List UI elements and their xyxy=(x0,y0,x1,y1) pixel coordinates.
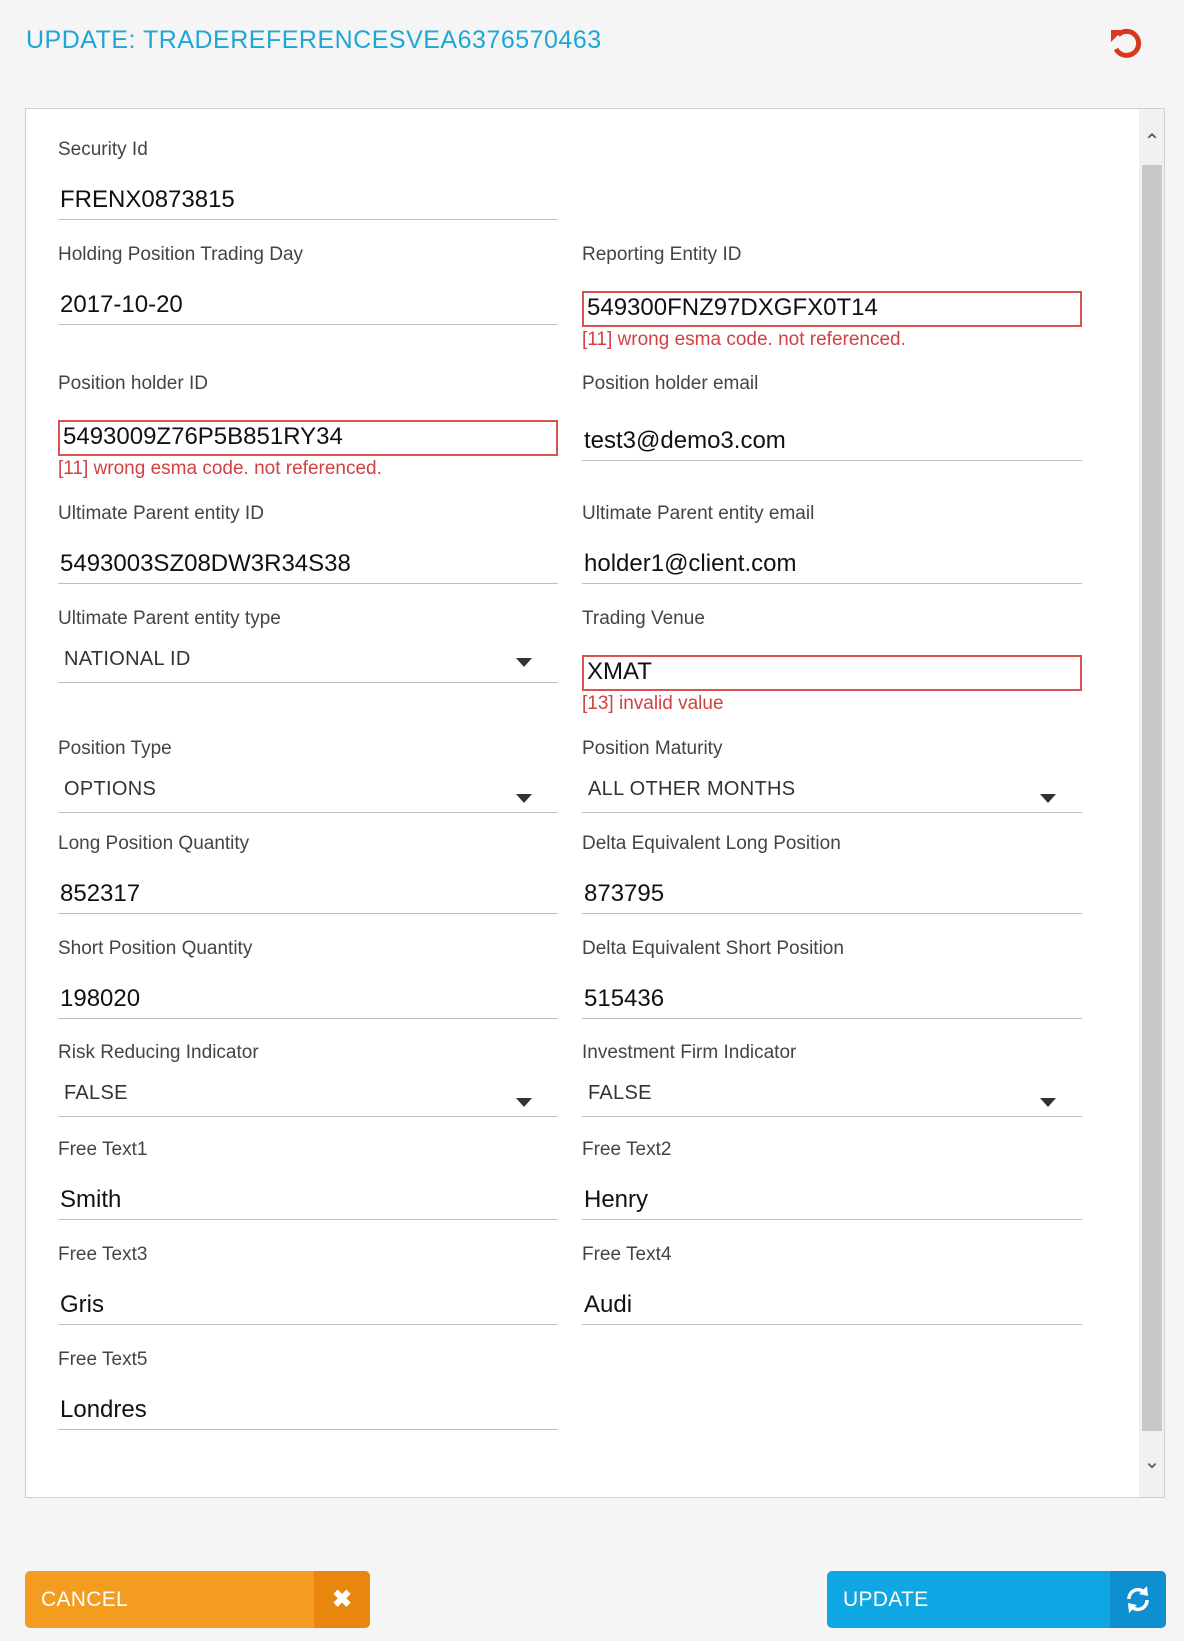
position-holder-id-input[interactable]: 5493009Z76P5B851RY34 xyxy=(58,420,558,456)
holding-position-trading-day-input[interactable]: 2017-10-20 xyxy=(58,287,558,325)
ultimate-parent-entity-email-label: Ultimate Parent entity email xyxy=(582,503,815,524)
short-position-quantity-input[interactable]: 198020 xyxy=(58,981,558,1019)
investment-firm-indicator-label: Investment Firm Indicator xyxy=(582,1042,797,1063)
scroll-up-icon[interactable]: ⌃ xyxy=(1139,129,1164,155)
reporting-entity-id-error: [11] wrong esma code. not referenced. xyxy=(582,329,906,350)
reporting-entity-id-input[interactable]: 549300FNZ97DXGFX0T14 xyxy=(582,291,1082,327)
scrollbar-thumb[interactable] xyxy=(1142,165,1162,1431)
investment-firm-indicator-select[interactable]: FALSE xyxy=(582,1078,1082,1117)
free-text3-label: Free Text3 xyxy=(58,1244,148,1265)
position-holder-id-label: Position holder ID xyxy=(58,373,208,394)
scroll-down-icon[interactable]: ⌄ xyxy=(1139,1449,1164,1475)
security-id-label: Security Id xyxy=(58,139,148,160)
trading-venue-input[interactable]: XMAT xyxy=(582,655,1082,691)
short-position-quantity-label: Short Position Quantity xyxy=(58,938,253,959)
long-position-quantity-input[interactable]: 852317 xyxy=(58,876,558,914)
position-type-value: OPTIONS xyxy=(64,778,157,800)
position-type-select[interactable]: OPTIONS xyxy=(58,774,558,813)
refresh-icon xyxy=(1110,1571,1166,1628)
free-text1-input[interactable]: Smith xyxy=(58,1182,558,1220)
ultimate-parent-entity-id-label: Ultimate Parent entity ID xyxy=(58,503,264,524)
long-position-quantity-label: Long Position Quantity xyxy=(58,833,250,854)
security-id-input[interactable]: FRENX0873815 xyxy=(58,182,558,220)
position-maturity-select[interactable]: ALL OTHER MONTHS xyxy=(582,774,1082,813)
ultimate-parent-entity-id-input[interactable]: 5493003SZ08DW3R34S38 xyxy=(58,546,558,584)
reporting-entity-id-label: Reporting Entity ID xyxy=(582,244,742,265)
form-panel: Security Id FRENX0873815 Holding Positio… xyxy=(25,108,1165,1498)
free-text5-label: Free Text5 xyxy=(58,1349,148,1370)
free-text2-label: Free Text2 xyxy=(582,1139,672,1160)
position-holder-email-input[interactable]: test3@demo3.com xyxy=(582,423,1082,461)
trading-venue-error: [13] invalid value xyxy=(582,693,724,714)
holding-position-trading-day-label: Holding Position Trading Day xyxy=(58,244,304,265)
undo-icon[interactable] xyxy=(1108,24,1146,62)
cancel-button[interactable]: CANCEL ✖ xyxy=(25,1571,370,1628)
free-text2-input[interactable]: Henry xyxy=(582,1182,1082,1220)
chevron-down-icon xyxy=(516,1098,532,1107)
risk-reducing-indicator-label: Risk Reducing Indicator xyxy=(58,1042,259,1063)
ultimate-parent-entity-type-select[interactable]: NATIONAL ID xyxy=(58,644,558,683)
delta-equivalent-long-position-input[interactable]: 873795 xyxy=(582,876,1082,914)
scrollbar[interactable]: ⌃ ⌄ xyxy=(1139,109,1164,1497)
risk-reducing-indicator-select[interactable]: FALSE xyxy=(58,1078,558,1117)
position-holder-id-error: [11] wrong esma code. not referenced. xyxy=(58,458,382,479)
delta-equivalent-long-position-label: Delta Equivalent Long Position xyxy=(582,833,841,854)
update-button-label: UPDATE xyxy=(843,1588,929,1611)
free-text4-input[interactable]: Audi xyxy=(582,1287,1082,1325)
chevron-down-icon xyxy=(1040,794,1056,803)
position-holder-email-label: Position holder email xyxy=(582,373,759,394)
update-button[interactable]: UPDATE xyxy=(827,1571,1166,1628)
trading-venue-label: Trading Venue xyxy=(582,608,705,629)
position-maturity-label: Position Maturity xyxy=(582,738,723,759)
delta-equivalent-short-position-label: Delta Equivalent Short Position xyxy=(582,938,844,959)
chevron-down-icon xyxy=(516,794,532,803)
chevron-down-icon xyxy=(516,658,532,667)
ultimate-parent-entity-type-label: Ultimate Parent entity type xyxy=(58,608,281,629)
free-text4-label: Free Text4 xyxy=(582,1244,672,1265)
investment-firm-indicator-value: FALSE xyxy=(588,1082,652,1104)
position-type-label: Position Type xyxy=(58,738,172,759)
chevron-down-icon xyxy=(1040,1098,1056,1107)
ultimate-parent-entity-type-value: NATIONAL ID xyxy=(64,648,191,670)
close-icon: ✖ xyxy=(314,1571,370,1628)
cancel-button-label: CANCEL xyxy=(41,1588,128,1611)
ultimate-parent-entity-email-input[interactable]: holder1@client.com xyxy=(582,546,1082,584)
free-text3-input[interactable]: Gris xyxy=(58,1287,558,1325)
risk-reducing-indicator-value: FALSE xyxy=(64,1082,128,1104)
free-text5-input[interactable]: Londres xyxy=(58,1392,558,1430)
position-maturity-value: ALL OTHER MONTHS xyxy=(588,778,796,800)
page-title: UPDATE: TRADEREFERENCESVEA6376570463 xyxy=(26,26,602,54)
free-text1-label: Free Text1 xyxy=(58,1139,148,1160)
delta-equivalent-short-position-input[interactable]: 515436 xyxy=(582,981,1082,1019)
